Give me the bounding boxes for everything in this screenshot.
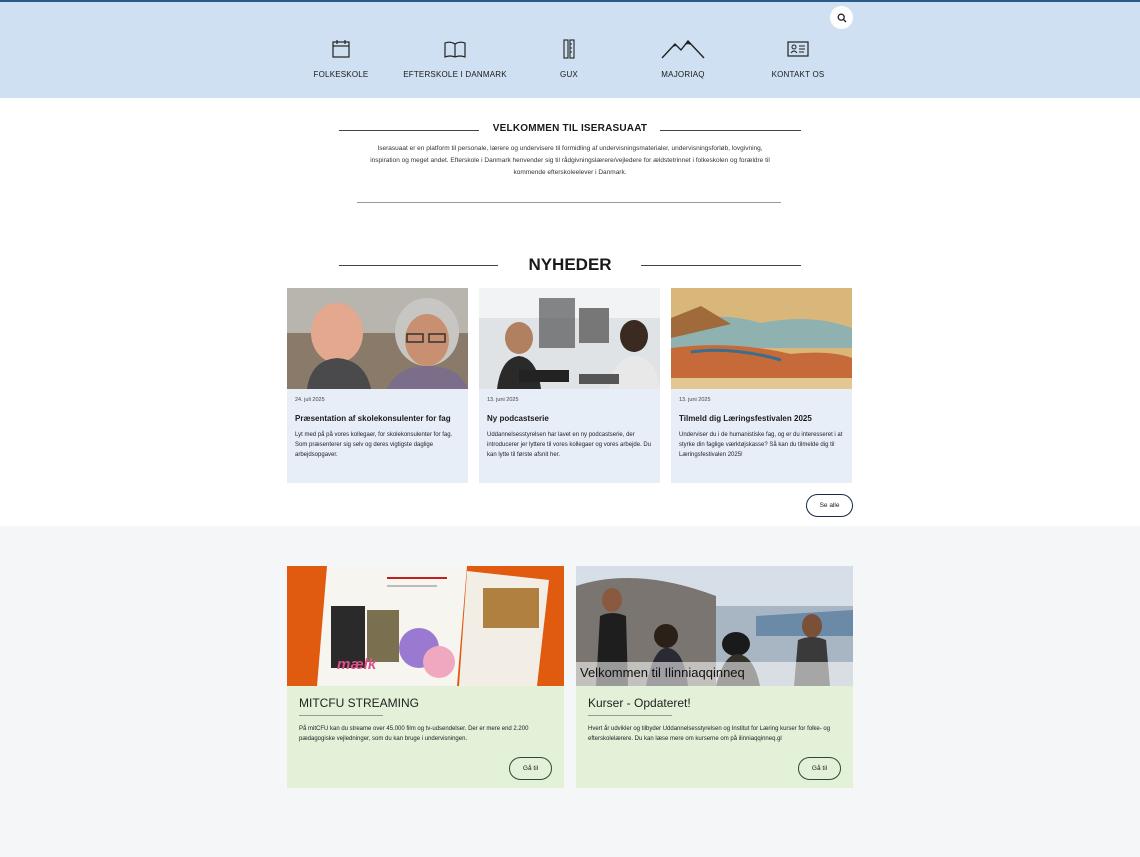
main-nav: FOLKESKOLE EFTERSKOLE I DANMARK GUX MAJO…: [0, 38, 1140, 88]
promo-image-caption: mælk: [337, 656, 377, 673]
promo-image: mælk: [287, 566, 564, 686]
search-button[interactable]: [830, 6, 853, 29]
site-header: FOLKESKOLE EFTERSKOLE I DANMARK GUX MAJO…: [0, 0, 1140, 98]
promo-underline: [299, 715, 383, 716]
nav-item-gux[interactable]: GUX: [504, 38, 634, 79]
promo-text: På mitCFU kan du streame over 45.000 fil…: [299, 726, 529, 742]
news-image: [287, 288, 468, 389]
news-text: Underviser du i de humanistiske fag, og …: [679, 432, 843, 458]
news-image: [479, 288, 660, 389]
promo-underline: [588, 715, 672, 716]
divider: [357, 202, 781, 203]
go-to-button[interactable]: Gå til: [509, 757, 552, 780]
news-text: Lyt med på på vores kollegaer, for skole…: [295, 432, 453, 458]
news-date: 24. juli 2025: [295, 397, 325, 403]
promo-title: Kurser - Opdateret!: [588, 696, 691, 710]
nav-label: GUX: [560, 70, 578, 79]
mountain-icon: [661, 39, 705, 59]
news-card[interactable]: 24. juli 2025 Præsentation af skolekonsu…: [287, 288, 468, 483]
calendar-icon: [332, 40, 350, 58]
promo-title: MITCFU STREAMING: [299, 696, 419, 710]
promo-image: Velkommen til Ilinniaqqinneq: [576, 566, 853, 686]
news-card[interactable]: 13. juni 2025 Tilmeld dig Læringsfestiva…: [671, 288, 852, 483]
promo-card-mitcfu[interactable]: mælk MITCFU STREAMING På mitCFU kan du s…: [287, 566, 564, 788]
main-content: VELKOMMEN TIL ISERASUAAT Iserasuaat er e…: [0, 98, 1140, 526]
nav-label: FOLKESKOLE: [313, 70, 369, 79]
nav-label: MAJORIAQ: [661, 70, 705, 79]
welcome-text: Iserasuaat er en platform til personale,…: [370, 145, 770, 176]
news-image: [671, 288, 852, 389]
news-date: 13. juni 2025: [487, 397, 519, 403]
promo-text: Hvert år udvikler og tilbyder Uddannelse…: [588, 726, 831, 742]
nav-label: KONTAKT OS: [771, 70, 825, 79]
news-heading: NYHEDER: [528, 255, 612, 274]
news-title: Tilmeld dig Læringsfestivalen 2025: [679, 414, 812, 423]
news-text: Uddannelsesstyrelsen har lavet en ny pod…: [487, 432, 652, 458]
search-icon: [837, 13, 846, 22]
book-icon: [444, 41, 466, 58]
news-title: Præsentation af skolekonsulenter for fag: [295, 414, 451, 423]
see-all-button[interactable]: Se alle: [806, 494, 853, 517]
nav-label: EFTERSKOLE I DANMARK: [403, 70, 507, 79]
go-to-button[interactable]: Gå til: [798, 757, 841, 780]
contact-card-icon: [787, 41, 809, 57]
promo-card-kurser[interactable]: Velkommen til Ilinniaqqinneq Kurser - Op…: [576, 566, 853, 788]
news-title: Ny podcastserie: [487, 414, 549, 423]
welcome-title: VELKOMMEN TIL ISERASUAAT: [492, 123, 648, 134]
promo-image-overlay: Velkommen til Ilinniaqqinneq: [576, 662, 853, 686]
news-date: 13. juni 2025: [679, 397, 711, 403]
news-card[interactable]: 13. juni 2025 Ny podcastserie Uddannelse…: [479, 288, 660, 483]
nav-item-majoriaq[interactable]: MAJORIAQ: [618, 38, 748, 79]
nav-item-efterskole[interactable]: EFTERSKOLE I DANMARK: [390, 38, 520, 79]
nav-item-folkeskole[interactable]: FOLKESKOLE: [276, 38, 406, 79]
nav-item-kontakt[interactable]: KONTAKT OS: [733, 38, 863, 79]
pencil-ruler-icon: [563, 39, 575, 59]
